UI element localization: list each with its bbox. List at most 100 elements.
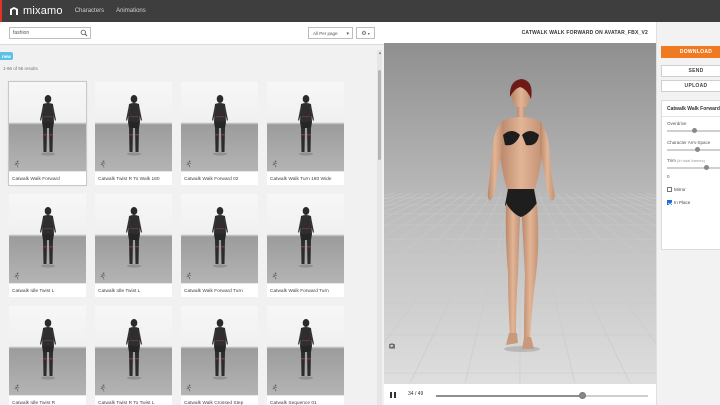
settings-dropdown-button[interactable]: ⚙ ▾ xyxy=(356,27,375,39)
animation-thumbnail[interactable] xyxy=(267,194,344,283)
animation-card[interactable]: Catwalk Walk Forward Turn xyxy=(267,194,344,297)
send-button[interactable]: SEND xyxy=(661,65,720,77)
running-figure-icon xyxy=(272,272,278,280)
main-nav: Characters Animations xyxy=(75,8,158,14)
animation-card[interactable]: Catwalk Walk Forward 02 xyxy=(181,82,258,185)
animation-card[interactable]: Catwalk Walk Turn 180 Wide xyxy=(267,82,344,185)
animation-card[interactable]: Catwalk Sequence 01 xyxy=(267,306,344,405)
trim-slider[interactable] xyxy=(667,165,720,170)
running-figure-icon xyxy=(186,160,192,168)
viewport-tools xyxy=(389,343,397,383)
animation-card-label: Catwalk Twist R To Twist L xyxy=(95,395,172,405)
scrollbar-thumb[interactable] xyxy=(378,70,381,160)
search-box xyxy=(9,27,91,39)
character-figure xyxy=(298,95,314,156)
3d-viewport[interactable] xyxy=(384,43,656,383)
character-figure xyxy=(40,319,56,380)
animation-thumbnail[interactable] xyxy=(95,82,172,171)
running-figure-icon xyxy=(14,160,20,168)
character-figure xyxy=(40,207,56,268)
browser-toolbar: All Per page ▾ ⚙▾ xyxy=(0,22,384,45)
animation-thumbnail[interactable] xyxy=(9,82,86,171)
running-figure-icon xyxy=(100,160,106,168)
mixamo-logo-icon xyxy=(10,7,18,15)
zoom-out-icon[interactable] xyxy=(389,343,395,382)
pause-icon xyxy=(390,392,392,398)
animation-card[interactable]: Catwalk Walk Forward xyxy=(8,81,87,186)
playback-bar: 34 / 49 xyxy=(384,383,656,405)
trim-handle[interactable] xyxy=(703,165,709,170)
settings-panel: DOWNLOAD SEND UPLOAD Catwalk Walk Forwar… xyxy=(656,22,720,405)
chevron-down-icon: ▾ xyxy=(367,30,370,36)
zoom-in-icon[interactable] xyxy=(389,343,395,371)
character-figure xyxy=(212,319,228,380)
running-figure-icon xyxy=(272,160,278,168)
animation-thumbnail[interactable] xyxy=(181,306,258,395)
animation-thumbnail[interactable] xyxy=(9,194,86,283)
upload-button[interactable]: UPLOAD xyxy=(661,80,720,92)
timeline-slider[interactable] xyxy=(436,392,648,399)
animation-thumbnail[interactable] xyxy=(95,194,172,283)
timeline-handle[interactable] xyxy=(578,392,586,399)
trim-min-value: 0 xyxy=(667,174,670,179)
grid-scrollbar[interactable]: ▲ xyxy=(377,50,382,405)
animation-thumbnail[interactable] xyxy=(95,306,172,395)
pause-icon-bar xyxy=(394,392,396,398)
mirror-label: Mirror xyxy=(674,187,686,192)
animation-card[interactable]: Catwalk Idle Twist R xyxy=(9,306,86,405)
running-figure-icon xyxy=(14,272,20,280)
animation-card[interactable]: Catwalk Twist R To Twist L xyxy=(95,306,172,405)
character-figure xyxy=(212,95,228,156)
animation-card[interactable]: Catwalk Idle Twist L xyxy=(9,194,86,297)
overdrive-slider[interactable] xyxy=(667,128,720,133)
top-bar: mixamo Characters Animations xyxy=(0,0,720,22)
pause-button[interactable] xyxy=(390,392,396,398)
animation-card-label: Catwalk Walk Forward xyxy=(9,171,86,185)
running-figure-icon xyxy=(14,384,20,392)
mixamo-logo[interactable]: mixamo xyxy=(9,5,63,17)
search-input[interactable] xyxy=(10,30,80,36)
animation-thumbnail[interactable] xyxy=(181,194,258,283)
new-filter-badge[interactable]: new xyxy=(0,52,13,60)
arm-space-label: Character Arm-Space xyxy=(667,140,711,145)
animation-thumbnail[interactable] xyxy=(9,306,86,395)
animation-card-label: Catwalk Idle Twist L xyxy=(95,283,172,297)
overdrive-handle[interactable] xyxy=(691,128,697,133)
per-page-select[interactable]: All Per page ▾ xyxy=(308,27,353,39)
search-icon[interactable] xyxy=(80,29,88,37)
badge-label: new xyxy=(2,53,11,59)
animation-card-label: Catwalk Walk Forward Turn xyxy=(267,283,344,297)
scroll-up-icon[interactable]: ▲ xyxy=(378,50,382,55)
animation-thumbnail[interactable] xyxy=(267,306,344,395)
animation-card-label: Catwalk Sequence 01 xyxy=(267,395,344,405)
animation-card-label: Catwalk Walk Turn 180 Wide xyxy=(267,171,344,185)
mirror-checkbox[interactable]: Mirror xyxy=(667,187,686,192)
viewport-canvas xyxy=(384,43,656,383)
chevron-down-icon: ▾ xyxy=(346,31,349,37)
animation-card[interactable]: Catwalk Idle Twist L xyxy=(95,194,172,297)
nav-characters[interactable]: Characters xyxy=(75,8,104,14)
in-place-checkbox-box[interactable] xyxy=(667,200,672,205)
animation-viewer: CATWALK WALK FORWARD ON AVATAR_FBX_V2 34… xyxy=(384,22,656,405)
animation-thumbnail[interactable] xyxy=(267,82,344,171)
animation-card-label: Catwalk Walk Crossed Step xyxy=(181,395,258,405)
results-count: 1-96 of 96 results xyxy=(3,66,38,71)
animation-browser: All Per page ▾ ⚙▾ new 1-96 of 96 results… xyxy=(0,22,384,405)
animation-card-label: Catwalk Idle Twist R xyxy=(9,395,86,405)
character-figure xyxy=(40,95,56,156)
trim-label: Trim (in total frames) xyxy=(667,158,705,163)
arm-space-slider[interactable] xyxy=(667,147,720,152)
animation-card[interactable]: Catwalk Walk Crossed Step xyxy=(181,306,258,405)
animation-thumbnail[interactable] xyxy=(181,82,258,171)
nav-animations[interactable]: Animations xyxy=(116,8,146,14)
download-button[interactable]: DOWNLOAD xyxy=(661,46,720,58)
mirror-checkbox-box[interactable] xyxy=(667,187,672,192)
in-place-checkbox[interactable]: In Place xyxy=(667,200,690,205)
per-page-value: All Per page xyxy=(313,30,338,36)
animation-card[interactable]: Catwalk Twist R To Walk 180 xyxy=(95,82,172,185)
orbit-icon[interactable] xyxy=(389,343,395,360)
arm-space-handle[interactable] xyxy=(694,147,700,152)
animation-card[interactable]: Catwalk Walk Forward Turn xyxy=(181,194,258,297)
running-figure-icon xyxy=(100,384,106,392)
animation-card-label: Catwalk Idle Twist L xyxy=(9,283,86,297)
